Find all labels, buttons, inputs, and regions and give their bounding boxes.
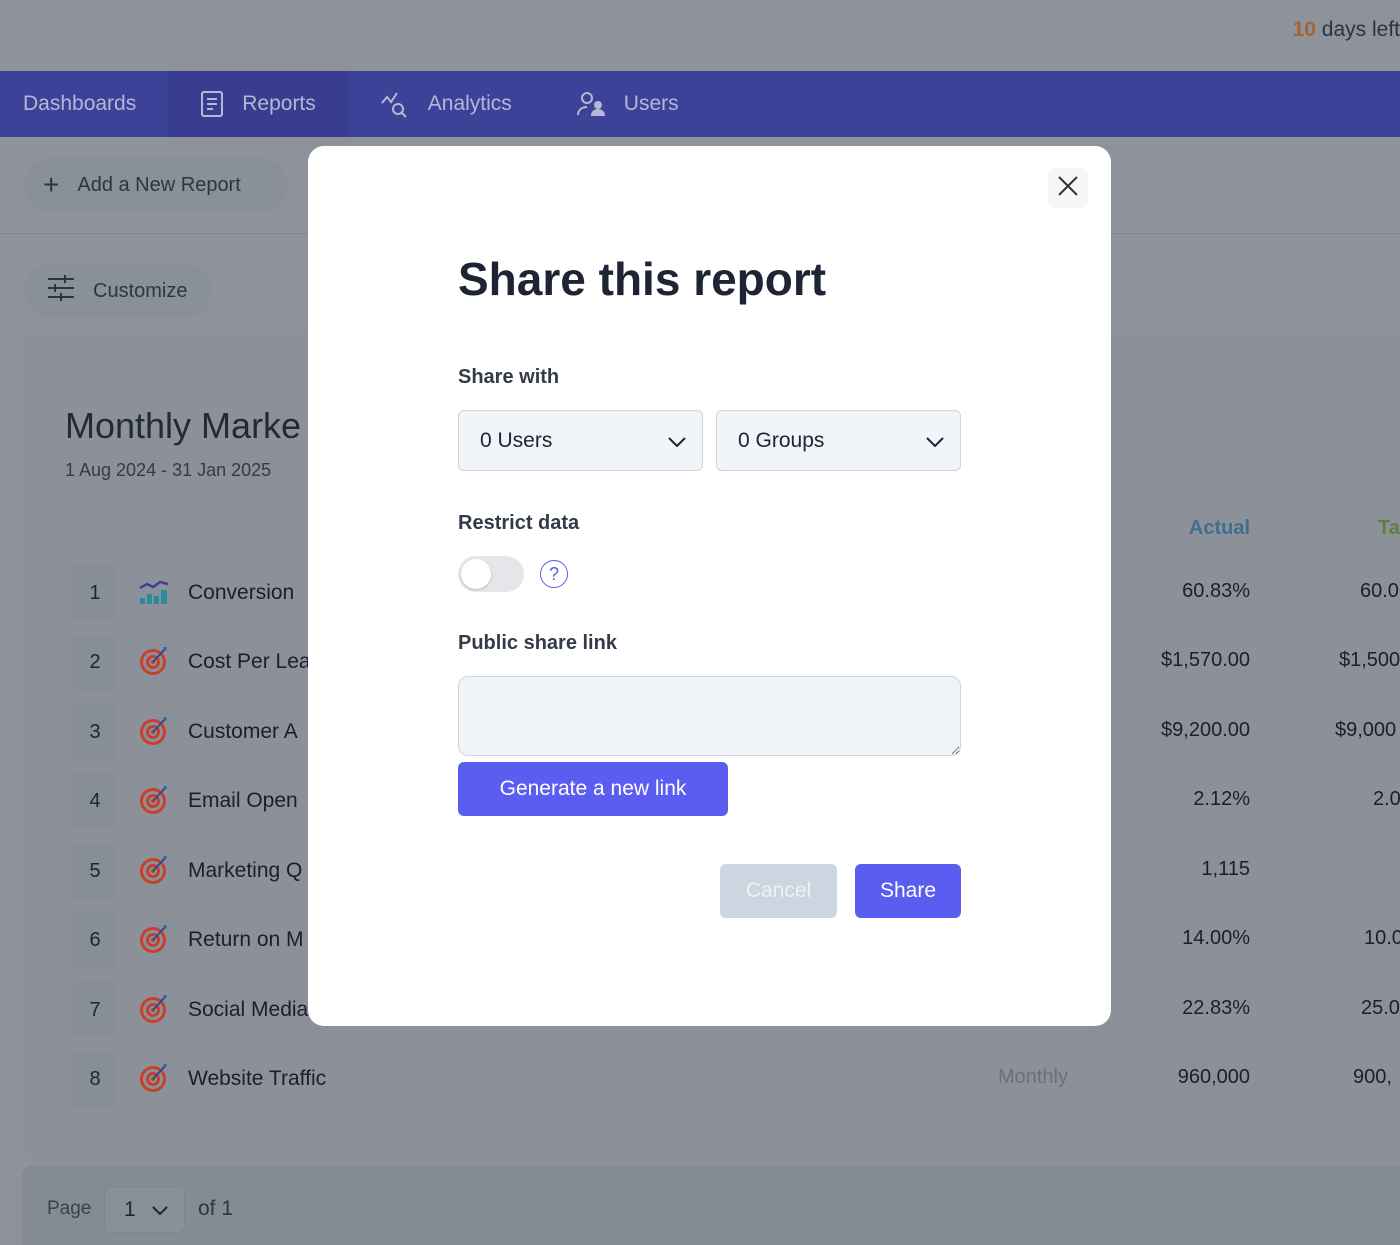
- row-target: 25.0: [1361, 997, 1400, 1019]
- row-name: Return on M: [188, 928, 304, 951]
- customize-button[interactable]: Customize: [25, 264, 211, 318]
- chart-icon: [138, 576, 170, 611]
- table-row[interactable]: 7 Social Media: [72, 982, 308, 1038]
- table-row[interactable]: 8 Website Traffic: [72, 1051, 326, 1107]
- trial-days-left: 10 days left: [1293, 18, 1400, 42]
- table-row[interactable]: 6 Return on M: [72, 912, 304, 968]
- page-label: Page: [47, 1198, 92, 1219]
- row-number: 5: [72, 843, 118, 899]
- document-icon: [200, 90, 224, 118]
- table-row[interactable]: 3 Customer A: [72, 704, 298, 760]
- row-number: 8: [72, 1051, 118, 1107]
- tab-dashboards[interactable]: Dashboards: [0, 71, 168, 137]
- row-name: Email Open: [188, 789, 298, 812]
- column-header-actual: Actual: [1188, 517, 1250, 539]
- report-title: Monthly Marke: [65, 405, 302, 446]
- target-icon: [138, 1061, 170, 1098]
- public-link-field[interactable]: [458, 676, 961, 756]
- target-icon: [138, 644, 170, 681]
- groups-select[interactable]: 0 Groups: [716, 410, 961, 471]
- public-link-label: Public share link: [458, 632, 617, 654]
- customize-label: Customize: [93, 279, 188, 302]
- close-button[interactable]: [1048, 168, 1088, 208]
- row-target: 10.0: [1364, 927, 1400, 949]
- row-actual: 960,000: [1177, 1066, 1250, 1088]
- tab-users[interactable]: Users: [544, 71, 711, 137]
- row-target: 2.0: [1373, 788, 1400, 810]
- page-total: of 1: [198, 1197, 234, 1220]
- modal-title: Share this report: [458, 253, 827, 305]
- tab-label: Dashboards: [23, 92, 137, 115]
- table-row[interactable]: 2 Cost Per Lea: [72, 634, 311, 690]
- row-number: 7: [72, 982, 118, 1038]
- groups-select-value: 0 Groups: [738, 428, 825, 452]
- close-icon: [1058, 175, 1078, 201]
- row-target: 900,: [1353, 1066, 1392, 1088]
- row-name: Marketing Q: [188, 859, 303, 882]
- row-name: Social Media: [188, 998, 309, 1021]
- target-icon: [138, 714, 170, 751]
- plus-icon: +: [43, 169, 60, 200]
- restrict-data-label: Restrict data: [458, 512, 580, 534]
- row-name: Website Traffic: [188, 1067, 327, 1090]
- users-icon: [576, 91, 606, 117]
- table-row[interactable]: 4 Email Open: [72, 773, 298, 829]
- page-current: 1: [124, 1197, 136, 1221]
- main-nav: Dashboards Reports Analytics Users: [0, 71, 1400, 137]
- share-with-label: Share with: [458, 366, 560, 388]
- chevron-down-icon: [668, 429, 686, 453]
- tab-label: Users: [623, 92, 679, 115]
- row-number: 4: [72, 773, 118, 829]
- target-icon: [138, 922, 170, 959]
- row-number: 6: [72, 912, 118, 968]
- report-date-range: 1 Aug 2024 - 31 Jan 2025: [65, 460, 272, 480]
- column-header-target: Ta: [1378, 517, 1400, 539]
- tab-label: Reports: [242, 92, 316, 115]
- target-icon: [138, 853, 170, 890]
- page-select[interactable]: 1: [104, 1186, 185, 1233]
- tab-reports[interactable]: Reports: [168, 71, 348, 137]
- row-name: Cost Per Lea: [188, 650, 311, 673]
- sliders-icon: [47, 275, 75, 307]
- row-target: $9,000: [1335, 719, 1397, 741]
- cancel-button[interactable]: Cancel: [720, 864, 837, 918]
- row-number: 2: [72, 634, 118, 690]
- trial-text: days left: [1321, 18, 1400, 41]
- row-target: $1,500: [1339, 649, 1400, 671]
- users-select-value: 0 Users: [480, 428, 553, 452]
- target-icon: [138, 783, 170, 820]
- users-select[interactable]: 0 Users: [458, 410, 703, 471]
- trial-days-count: 10: [1292, 18, 1316, 41]
- add-report-label: Add a New Report: [77, 173, 241, 196]
- tab-label: Analytics: [427, 92, 512, 115]
- chevron-down-icon: [926, 429, 944, 453]
- table-row[interactable]: 1 Conversion: [72, 565, 294, 621]
- restrict-data-toggle[interactable]: [458, 556, 524, 592]
- chevron-down-icon: [152, 1198, 168, 1222]
- add-report-button[interactable]: + Add a New Report: [25, 158, 287, 212]
- row-name: Conversion: [188, 581, 295, 604]
- target-icon: [138, 992, 170, 1029]
- table-row[interactable]: 5 Marketing Q: [72, 843, 302, 899]
- row-frequency: Monthly: [997, 1066, 1068, 1088]
- help-icon[interactable]: ?: [540, 560, 568, 588]
- toggle-knob: [461, 559, 491, 589]
- row-target: 60.0: [1360, 580, 1399, 602]
- analytics-icon: [380, 89, 410, 119]
- row-number: 3: [72, 704, 118, 760]
- generate-link-button[interactable]: Generate a new link: [458, 762, 728, 816]
- tab-analytics[interactable]: Analytics: [348, 71, 544, 137]
- share-button[interactable]: Share: [855, 864, 961, 918]
- row-number: 1: [72, 565, 118, 621]
- row-name: Customer A: [188, 720, 298, 743]
